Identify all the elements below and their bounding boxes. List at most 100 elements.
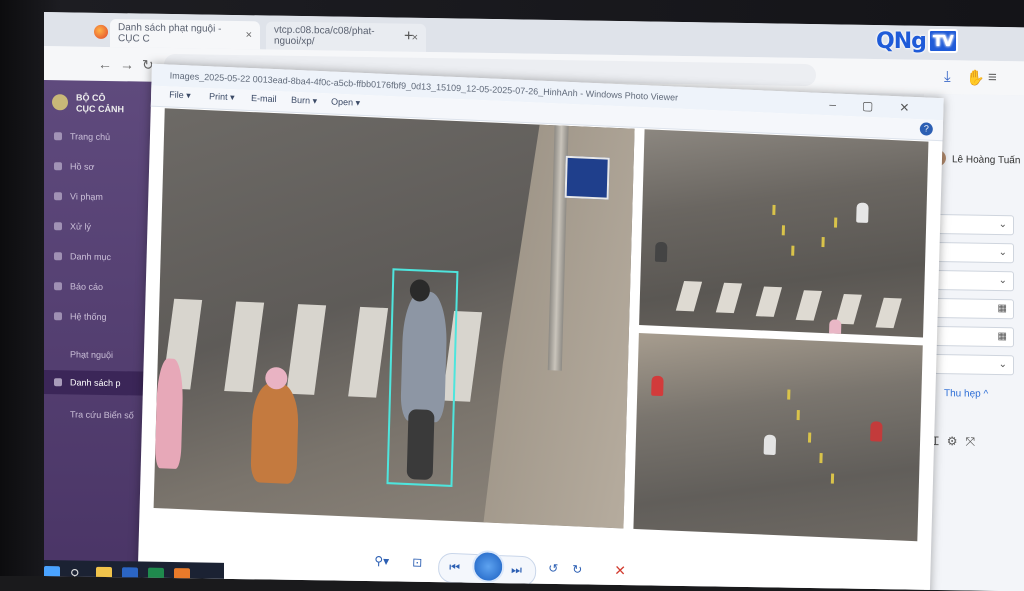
zoom-icon[interactable]: ⚲▾ [374, 554, 389, 569]
lane-marking [821, 236, 825, 248]
system-icon [54, 312, 62, 321]
evidence-photo-2 [639, 129, 929, 338]
back-icon[interactable]: ← [98, 56, 112, 72]
date-field-1[interactable]: ▦ [934, 297, 1014, 320]
motorbike-rider [856, 202, 869, 224]
rotate-left-icon[interactable]: ↺ [548, 561, 558, 575]
violations-icon [54, 192, 62, 201]
motorbike-rider [651, 375, 664, 397]
sidebar-item-phat-nguoi[interactable]: Phạt nguội [44, 342, 154, 368]
menu-print[interactable]: Print ▾ [209, 91, 235, 103]
lane-marking [772, 204, 776, 215]
detection-box [386, 268, 459, 487]
user-name[interactable]: Lê Hoàng Tuấn [952, 154, 1020, 166]
crosswalk-stripe [675, 280, 703, 312]
help-icon[interactable]: ? [919, 122, 933, 136]
filter-dropdown-3[interactable]: ⌄ [934, 269, 1014, 292]
collapse-filter-link[interactable]: Thu hẹp ^ [944, 388, 988, 400]
actual-size-icon[interactable]: ⊡ [412, 555, 422, 569]
sidebar-item-processing[interactable]: Xử lý [44, 214, 154, 240]
reports-icon [54, 282, 62, 291]
crosswalk-stripe [755, 286, 783, 317]
taskbar: ⚲ [44, 560, 224, 591]
crosswalk-stripe [286, 304, 327, 395]
word-icon[interactable] [122, 567, 138, 584]
tab-url-text: vtcp.c08.bca/c08/phat-nguoi/xp/ [274, 24, 375, 48]
sidebar-item-reports[interactable]: Báo cáo [44, 274, 154, 300]
browser-tab-url[interactable]: vtcp.c08.bca/c08/phat-nguoi/xp/ × [266, 21, 426, 53]
delete-icon[interactable]: ✕ [614, 562, 626, 579]
close-icon[interactable]: ✕ [899, 100, 935, 116]
date-field-2[interactable]: ▦ [934, 325, 1014, 348]
lane-marking [787, 389, 791, 400]
windows-start-icon[interactable] [44, 566, 60, 583]
extensions-icon[interactable]: ✋ [966, 68, 985, 86]
main-evidence-photo [153, 108, 635, 529]
screen: Danh sách phạt nguội - CỤC C × vtcp.c08.… [44, 12, 1024, 591]
sidebar-item-catalog[interactable]: Danh mục [44, 244, 154, 270]
browser-tab-phat-nguoi[interactable]: Danh sách phạt nguội - CỤC C × [110, 19, 260, 50]
sidebar-header: BỘ CÔ CỤC CẢNH [76, 92, 124, 115]
processing-icon [54, 222, 62, 231]
tab-title: Danh sách phạt nguội - CỤC C [118, 22, 222, 45]
evidence-photo-area [153, 108, 929, 552]
menu-open[interactable]: Open ▾ [331, 97, 360, 109]
crosswalk-stripe [224, 301, 265, 393]
home-icon [54, 132, 62, 141]
sidebar-item-records[interactable]: Hồ sơ [44, 154, 154, 180]
motorbike-rider [250, 382, 300, 485]
lane-marking [791, 245, 795, 256]
expand-icon[interactable]: ⤧ [965, 434, 983, 448]
crosswalk-stripe [348, 306, 389, 398]
download-icon[interactable]: ⤓ [944, 68, 951, 85]
crosswalk-stripe [715, 282, 743, 314]
sidebar-item-home[interactable]: Trang chủ [44, 124, 154, 150]
catalog-icon [54, 252, 62, 261]
minimize-icon[interactable]: – [829, 97, 862, 112]
police-emblem-icon [52, 94, 68, 111]
settings-icon[interactable]: ⚙ [947, 434, 966, 448]
firefox-icon [94, 24, 108, 40]
previous-icon[interactable]: ⏮ [449, 560, 460, 575]
filter-dropdown-2[interactable]: ⌄ [934, 241, 1014, 264]
lane-marking [807, 432, 812, 443]
motorbike-rider [828, 319, 842, 338]
tab-close-icon[interactable]: × [246, 29, 252, 41]
filter-dropdown-4[interactable]: ⌄ [934, 353, 1014, 376]
lane-marking [819, 452, 823, 464]
new-tab-button[interactable]: + [404, 28, 413, 46]
evidence-photo-3 [633, 333, 923, 542]
file-explorer-icon[interactable] [96, 566, 112, 584]
motorbike-rider [763, 434, 777, 456]
firefox-taskbar-icon[interactable] [174, 568, 190, 585]
menu-file[interactable]: File ▾ [169, 89, 191, 101]
sidebar-item-tra-cuu[interactable]: Tra cứu Biển số [44, 402, 154, 428]
street-sign [564, 155, 610, 200]
pedestrian-figure [154, 358, 184, 470]
lane-marking [796, 409, 800, 421]
menu-email[interactable]: E-mail [251, 93, 277, 104]
motorbike-rider [654, 241, 668, 263]
app-sidebar: BỘ CÔ CỤC CẢNH Trang chủ Hồ sơ Vi phạm X… [44, 80, 154, 578]
menu-icon[interactable]: ≡ [988, 69, 997, 86]
crosswalk-stripe [795, 290, 822, 321]
maximize-icon[interactable]: ▢ [862, 99, 900, 115]
menu-burn[interactable]: Burn ▾ [291, 95, 317, 107]
sidebar-item-danh-sach[interactable]: Danh sách p [44, 370, 154, 396]
crosswalk-stripe [875, 297, 902, 329]
crosswalk-stripe [835, 293, 862, 325]
row-action-icons: Ɪ⚙⤧ [932, 432, 983, 450]
records-icon [54, 162, 62, 171]
search-icon[interactable]: ⚲ [70, 566, 86, 582]
sidebar-item-system[interactable]: Hệ thống [44, 304, 154, 330]
filter-dropdown-1[interactable]: ⌄ [934, 213, 1014, 236]
lane-marking [830, 473, 835, 484]
rotate-right-icon[interactable]: ↻ [572, 562, 582, 576]
list-icon [54, 378, 62, 387]
qngtv-logo: QNg TV [876, 26, 958, 56]
photo-viewer-window: Images_2025-05-22 0013ead-8ba4-4f0c-a5cb… [137, 63, 944, 591]
forward-icon[interactable]: → [120, 56, 134, 72]
lane-marking [781, 225, 786, 236]
sidebar-item-violations[interactable]: Vi phạm [44, 184, 154, 210]
motorbike-rider [870, 421, 883, 442]
